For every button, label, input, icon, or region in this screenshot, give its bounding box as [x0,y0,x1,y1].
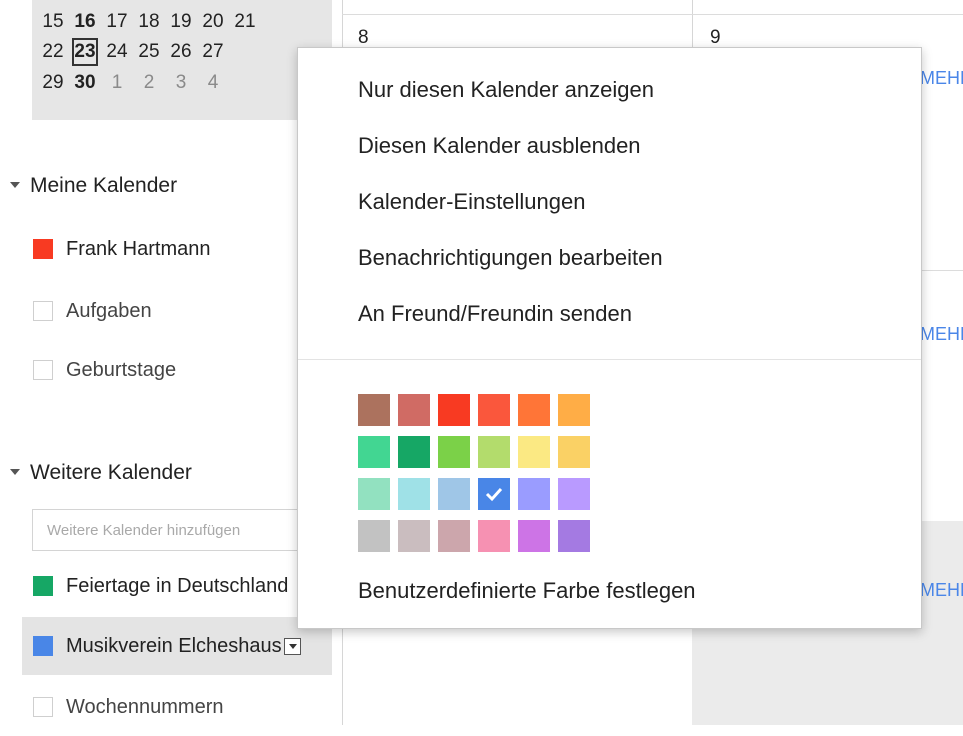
menu-item-send-to-friend[interactable]: An Freund/Freundin senden [358,294,632,334]
color-swatch-option[interactable] [518,436,550,468]
color-swatch-option[interactable] [438,394,470,426]
more-link[interactable]: MEHR [920,580,963,601]
calendar-label: Aufgaben [66,299,152,322]
other-calendars-header[interactable]: Weitere Kalender [0,459,192,487]
my-calendars-title: Meine Kalender [30,174,178,197]
other-calendars-title: Weitere Kalender [30,461,192,484]
calendar-label: Feiertage in Deutschland [66,574,289,597]
calendar-checkbox[interactable] [33,360,53,380]
collapse-arrow-icon [10,181,20,188]
calendar-checkbox[interactable] [33,301,53,321]
calendar-item-wochennummern[interactable]: Wochennummern [22,678,332,736]
calendar-color-swatch[interactable] [33,636,53,656]
calendar-checkbox[interactable] [33,697,53,717]
color-swatch-option[interactable] [478,436,510,468]
mini-calendar-day[interactable]: 26 [168,38,194,66]
mini-calendar-day[interactable]: 3 [168,69,194,97]
calendar-item-geburtstage[interactable]: Geburtstage [22,341,332,399]
color-swatch-option[interactable] [518,394,550,426]
calendar-label: Frank Hartmann [66,237,211,260]
my-calendars-header[interactable]: Meine Kalender [0,172,177,200]
calendar-context-menu: Nur diesen Kalender anzeigen Diesen Kale… [297,47,922,629]
color-swatch-option[interactable] [358,394,390,426]
mini-calendar-day[interactable]: 21 [232,8,258,36]
color-swatch-option[interactable] [438,478,470,510]
color-swatch-option[interactable] [358,478,390,510]
checkmark-icon [485,487,503,502]
mini-calendar-day[interactable]: 25 [136,38,162,66]
chevron-down-icon [288,643,297,649]
mini-calendar-day[interactable]: 24 [104,38,130,66]
calendar-item-feiertage[interactable]: Feiertage in Deutschland [22,557,332,615]
color-swatch-option[interactable] [438,436,470,468]
mini-calendar-day[interactable]: 18 [136,8,162,36]
calendar-item-frank-hartmann[interactable]: Frank Hartmann [22,220,332,278]
mini-calendar-day[interactable]: 2 [136,69,162,97]
menu-item-show-only-this[interactable]: Nur diesen Kalender anzeigen [358,70,654,110]
collapse-arrow-icon [10,468,20,475]
color-swatch-option[interactable] [558,520,590,552]
mini-calendar-week: 29 30 1 2 3 4 [32,69,332,97]
date-number[interactable]: 9 [710,27,721,49]
color-swatch-option[interactable] [398,394,430,426]
mini-calendar-day[interactable]: 22 [40,38,66,66]
menu-item-calendar-settings[interactable]: Kalender-Einstellungen [358,182,586,222]
color-swatch-option[interactable] [558,436,590,468]
calendar-item-musikverein[interactable]: Musikverein Elcheshausen [22,617,332,675]
mini-calendar-day[interactable]: 1 [104,69,130,97]
calendar-color-swatch[interactable] [33,576,53,596]
calendar-item-aufgaben[interactable]: Aufgaben [22,282,332,340]
color-swatch-option[interactable] [518,520,550,552]
date-number[interactable]: 8 [358,27,369,49]
color-swatch-option[interactable] [358,436,390,468]
grid-row-line [342,14,963,15]
more-link[interactable]: MEHR [920,324,963,345]
color-swatch-option[interactable] [478,520,510,552]
add-calendar-input[interactable] [32,509,322,551]
calendar-label: Musikverein Elcheshausen [66,634,282,657]
menu-item-custom-color[interactable]: Benutzerdefinierte Farbe festlegen [358,571,696,611]
mini-calendar-day[interactable]: 29 [40,69,66,97]
color-swatch-option[interactable] [398,520,430,552]
color-swatch-option[interactable] [518,478,550,510]
calendar-color-swatch[interactable] [33,239,53,259]
calendar-options-button[interactable] [284,637,301,655]
calendar-label: Geburtstage [66,358,177,381]
mini-calendar-week: 22 23 24 25 26 27 [32,38,332,66]
mini-calendar-day[interactable]: 27 [200,38,226,66]
mini-calendar-day[interactable]: 15 [40,8,66,36]
menu-item-hide-calendar[interactable]: Diesen Kalender ausblenden [358,126,641,166]
mini-calendar-today[interactable]: 23 [72,38,98,66]
mini-calendar-day[interactable]: 4 [200,69,226,97]
more-link[interactable]: MEHR [920,68,963,89]
mini-calendar-day[interactable]: 17 [104,8,130,36]
mini-calendar-day[interactable]: 20 [200,8,226,36]
color-swatch-option[interactable] [558,478,590,510]
mini-calendar-day[interactable]: 16 [72,8,98,36]
color-swatch-option[interactable] [358,520,390,552]
mini-calendar-week: 15 16 17 18 19 20 21 [32,8,332,36]
mini-calendar: 15 16 17 18 19 20 21 22 23 24 25 26 27 29 30 1 2 3 4 [32,0,332,120]
mini-calendar-day[interactable]: 19 [168,8,194,36]
color-swatch-option[interactable] [478,394,510,426]
color-swatch-option[interactable] [398,478,430,510]
calendar-label: Wochennummern [66,695,224,718]
menu-divider [298,359,921,360]
menu-item-edit-notifications[interactable]: Benachrichtigungen bearbeiten [358,238,663,278]
color-swatch-option[interactable] [398,436,430,468]
color-swatch-option[interactable] [558,394,590,426]
mini-calendar-day[interactable]: 30 [72,69,98,97]
color-swatch-option[interactable] [478,478,510,510]
color-swatch-option[interactable] [438,520,470,552]
